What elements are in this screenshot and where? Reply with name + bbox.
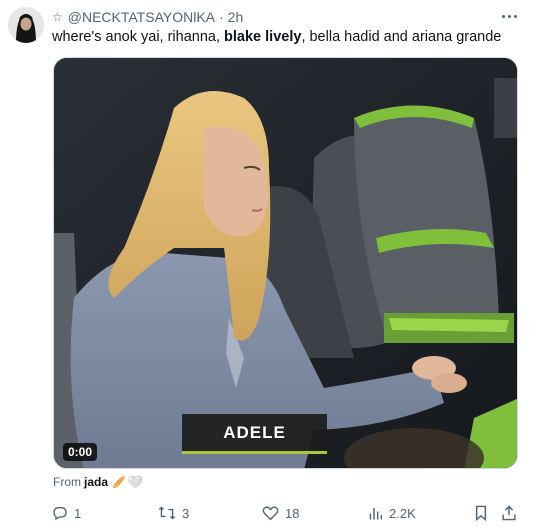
views-icon [369, 507, 383, 520]
on-screen-caption: ADELE [182, 414, 327, 454]
reply-count: 1 [74, 505, 82, 521]
avatar[interactable] [8, 7, 44, 43]
author-handle[interactable]: @NECKTATSAYONlKA [68, 9, 215, 25]
share-button[interactable] [501, 502, 517, 524]
reply-button[interactable]: 1 [52, 502, 81, 524]
attribution-source[interactable]: jada [84, 475, 108, 489]
action-bar: 1 3 18 2.2K [0, 502, 534, 524]
separator: · [219, 9, 224, 25]
bookmark-icon [475, 505, 487, 521]
heart-icon [262, 506, 279, 521]
tweet-text: where's anok yai, rihanna, blake lively,… [52, 28, 522, 47]
video-frame [54, 58, 517, 468]
tweet-card[interactable]: ☆ @NECKTATSAYONlKA · 2h where's anok yai… [0, 0, 534, 529]
repost-icon [158, 506, 176, 520]
tweet-header: ☆ @NECKTATSAYONlKA · 2h [52, 8, 243, 26]
more-options-icon[interactable] [498, 7, 520, 25]
video-player[interactable]: ADELE 0:00 [53, 57, 518, 469]
tweet-text-part2: , bella hadid and ariana grande [301, 29, 502, 45]
bookmark-button[interactable] [474, 502, 488, 524]
timestamp[interactable]: 2h [228, 9, 244, 25]
video-duration-badge: 0:00 [63, 443, 98, 461]
like-count: 18 [285, 505, 300, 521]
repost-count: 3 [182, 505, 190, 521]
attribution-emoji-1: 🥖 [112, 476, 126, 489]
star-icon: ☆ [52, 10, 63, 24]
media-attribution: From jada 🥖 🤍 [53, 475, 143, 489]
views-button[interactable]: 2.2K [368, 502, 416, 524]
tweet-text-bold: blake lively [224, 29, 302, 45]
like-button[interactable]: 18 [262, 502, 299, 524]
tweet-text-part1: where's anok yai, rihanna, [52, 29, 225, 45]
attribution-emoji-2: 🤍 [127, 475, 143, 489]
reply-icon [53, 507, 67, 521]
attribution-prefix: From [53, 475, 81, 489]
views-count: 2.2K [389, 505, 416, 521]
repost-button[interactable]: 3 [158, 502, 189, 524]
share-icon [502, 505, 516, 521]
